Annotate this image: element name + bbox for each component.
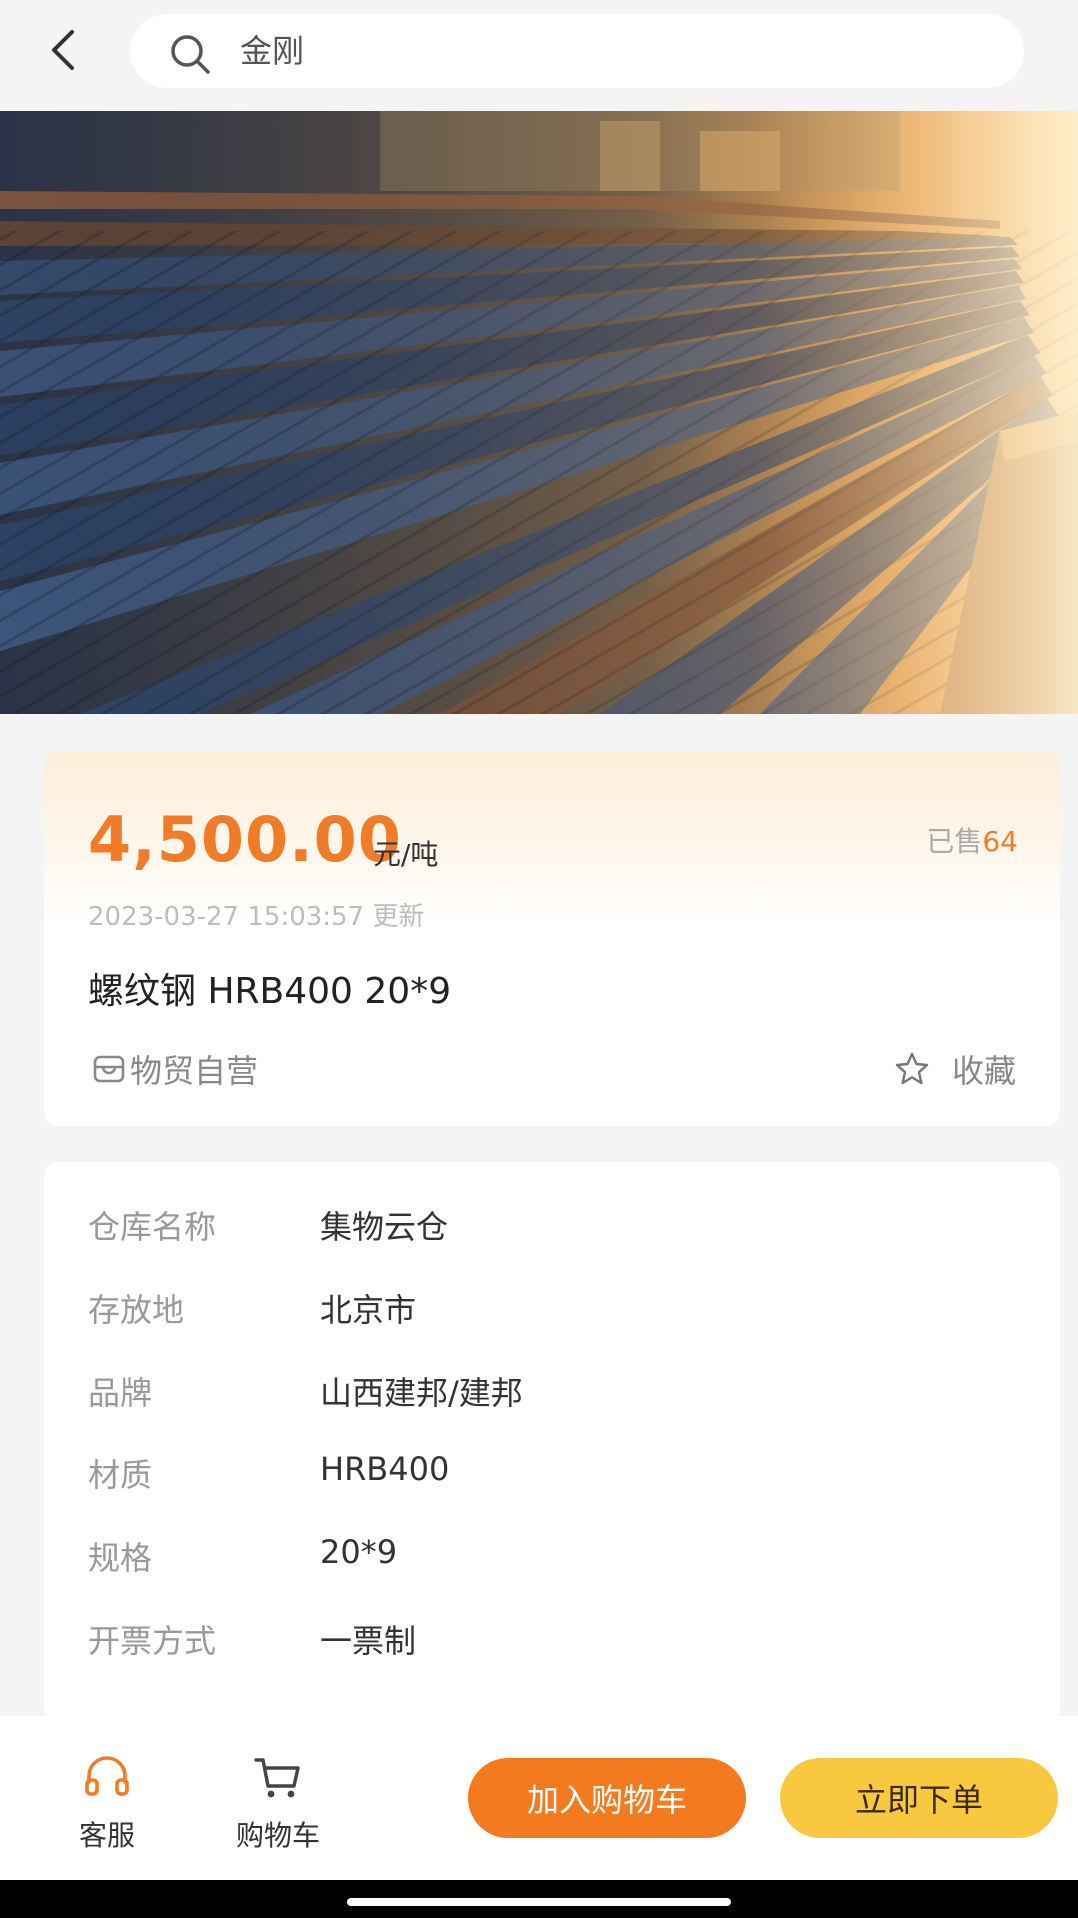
spec-label: 材质 [88, 1456, 153, 1494]
home-indicator[interactable] [347, 1898, 731, 1906]
product-photo [0, 111, 1078, 714]
cart-icon [254, 1758, 300, 1798]
product-title: 螺纹钢 HRB400 20*9 [88, 971, 452, 1012]
search-input[interactable]: 金刚 [130, 14, 1024, 88]
headset-icon [85, 1756, 129, 1796]
favorite-button[interactable]: 收藏 [894, 1046, 1016, 1092]
top-bar: 金刚 [0, 0, 1078, 108]
customer-service-button[interactable]: 客服 [70, 1752, 144, 1854]
spec-value: 集物云仓 [320, 1208, 449, 1246]
sold-count: 已售64 [926, 820, 1018, 860]
store-icon [93, 1055, 125, 1083]
spec-label: 规格 [88, 1539, 153, 1577]
cart-button[interactable]: 购物车 [224, 1752, 332, 1854]
spec-value: 北京市 [320, 1291, 417, 1329]
spec-value: HRB400 [320, 1450, 450, 1488]
product-image-carousel[interactable]: 1 / 3 [0, 111, 1078, 714]
sold-label: 已售 [926, 825, 983, 858]
spec-value: 一票制 [320, 1622, 417, 1660]
spec-label: 品牌 [88, 1374, 153, 1412]
cart-label: 购物车 [235, 1819, 320, 1852]
spec-value: 20*9 [320, 1533, 398, 1571]
buy-now-button[interactable]: 立即下单 [780, 1758, 1058, 1838]
add-to-cart-button[interactable]: 加入购物车 [468, 1758, 746, 1838]
seller-tag: 物贸自营 [92, 1046, 258, 1092]
customer-service-label: 客服 [78, 1819, 135, 1852]
star-icon [895, 1052, 929, 1085]
spec-label: 开票方式 [88, 1622, 217, 1660]
sold-number: 64 [982, 825, 1018, 858]
price-value: 4,500.00 [88, 803, 402, 876]
search-icon [171, 35, 210, 74]
seller-label: 物贸自营 [130, 1052, 259, 1090]
spec-value: 山西建邦/建邦 [320, 1374, 523, 1412]
search-value: 金刚 [240, 32, 305, 70]
back-arrow-icon[interactable] [44, 26, 84, 74]
price-unit: 元/吨 [373, 838, 439, 871]
favorite-label: 收藏 [951, 1052, 1016, 1090]
spec-label: 存放地 [88, 1291, 185, 1329]
spec-label: 仓库名称 [88, 1208, 217, 1246]
update-time: 2023-03-27 15:03:57 更新 [88, 902, 425, 932]
